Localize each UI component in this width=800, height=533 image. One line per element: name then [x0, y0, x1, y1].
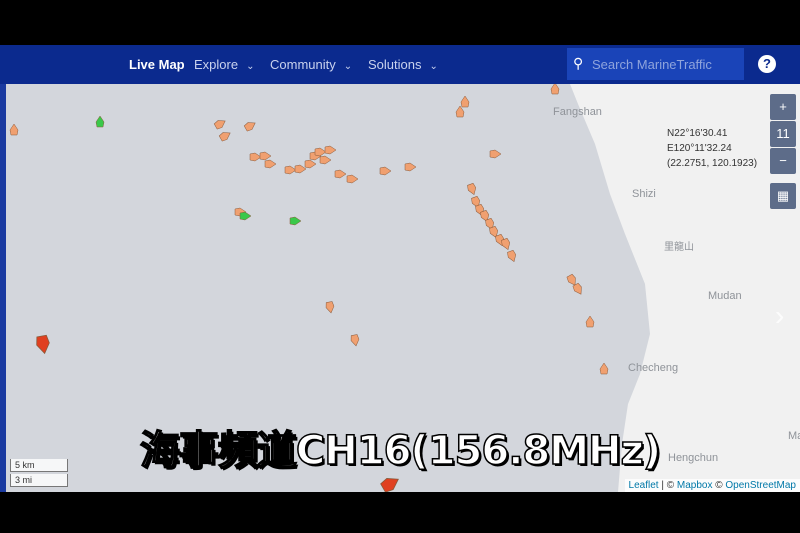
place-label: 里龍山: [664, 242, 694, 253]
vessel-marker[interactable]: [9, 123, 19, 136]
vessel-marker[interactable]: [501, 237, 512, 251]
vessel-marker[interactable]: [507, 249, 518, 263]
vessel-marker[interactable]: [249, 152, 262, 162]
place-label: Shizi: [632, 188, 656, 200]
map-layers-button[interactable]: ▦: [770, 183, 796, 209]
osm-link[interactable]: OpenStreetMap: [725, 480, 796, 491]
vessel-marker[interactable]: [289, 216, 302, 226]
chevron-down-icon: ⌄: [343, 61, 353, 72]
vessel-marker[interactable]: [239, 211, 252, 221]
vessel-marker[interactable]: [346, 174, 359, 184]
chevron-right-icon[interactable]: ›: [775, 300, 784, 332]
vessel-marker[interactable]: [379, 166, 392, 176]
video-subtitle: 海事頻道CH16(156.8MHz): [139, 427, 662, 475]
vessel-marker[interactable]: [325, 301, 335, 314]
vessel-marker[interactable]: [264, 159, 277, 169]
vessel-marker[interactable]: [314, 147, 327, 157]
vessel-marker[interactable]: [334, 169, 347, 179]
vessel-marker[interactable]: [467, 182, 478, 196]
map-icon: ▦: [776, 188, 790, 203]
chevron-down-icon: ⌄: [429, 61, 438, 72]
zoom-level: 11: [770, 121, 796, 147]
vessel-marker[interactable]: [304, 159, 317, 169]
nav-live-map[interactable]: Live Map: [129, 57, 185, 72]
help-button[interactable]: ?: [758, 55, 776, 73]
vessel-marker[interactable]: [95, 115, 105, 128]
search-input[interactable]: ⚲ Search MarineTraffic: [567, 48, 744, 80]
nav-explore[interactable]: Explore ⌄: [194, 57, 254, 72]
vessel-marker[interactable]: [324, 145, 337, 155]
vessel-marker[interactable]: [35, 334, 51, 355]
nav-solutions[interactable]: Solutions ⌄: [368, 57, 438, 72]
place-label: Mudan: [708, 290, 742, 302]
vessel-marker[interactable]: [350, 334, 360, 347]
vessel-marker[interactable]: [455, 105, 465, 118]
vessel-marker[interactable]: [599, 362, 609, 375]
vessel-marker[interactable]: [243, 120, 258, 132]
vessel-marker[interactable]: [550, 84, 560, 95]
attribution: Leaflet | © Mapbox © OpenStreetMap: [624, 479, 800, 492]
zoom-out-button[interactable]: −: [770, 148, 796, 174]
place-label: Fangshan: [553, 106, 602, 118]
vessel-marker[interactable]: [404, 162, 417, 172]
vessel-marker[interactable]: [460, 95, 470, 108]
vessel-marker[interactable]: [259, 151, 272, 161]
vessel-marker[interactable]: [218, 130, 233, 142]
vessel-marker[interactable]: [284, 165, 297, 175]
chevron-down-icon: ⌄: [246, 61, 255, 72]
vessel-marker[interactable]: [213, 118, 228, 130]
nav-community[interactable]: Community ⌄: [270, 57, 352, 72]
vessel-marker[interactable]: [380, 474, 402, 492]
vessel-marker[interactable]: [489, 149, 502, 159]
vessel-marker[interactable]: [319, 155, 332, 165]
vessel-marker[interactable]: [585, 315, 595, 328]
search-icon: ⚲: [573, 55, 584, 71]
leaflet-link[interactable]: Leaflet: [629, 480, 659, 491]
vessel-marker[interactable]: [294, 164, 307, 174]
mapbox-link[interactable]: Mapbox: [677, 480, 713, 491]
cursor-coordinates: N22°16'30.41 E120°11'32.24 (22.2751, 120.1…: [667, 128, 758, 169]
zoom-in-button[interactable]: +: [770, 94, 796, 120]
place-label: Checheng: [628, 362, 679, 374]
